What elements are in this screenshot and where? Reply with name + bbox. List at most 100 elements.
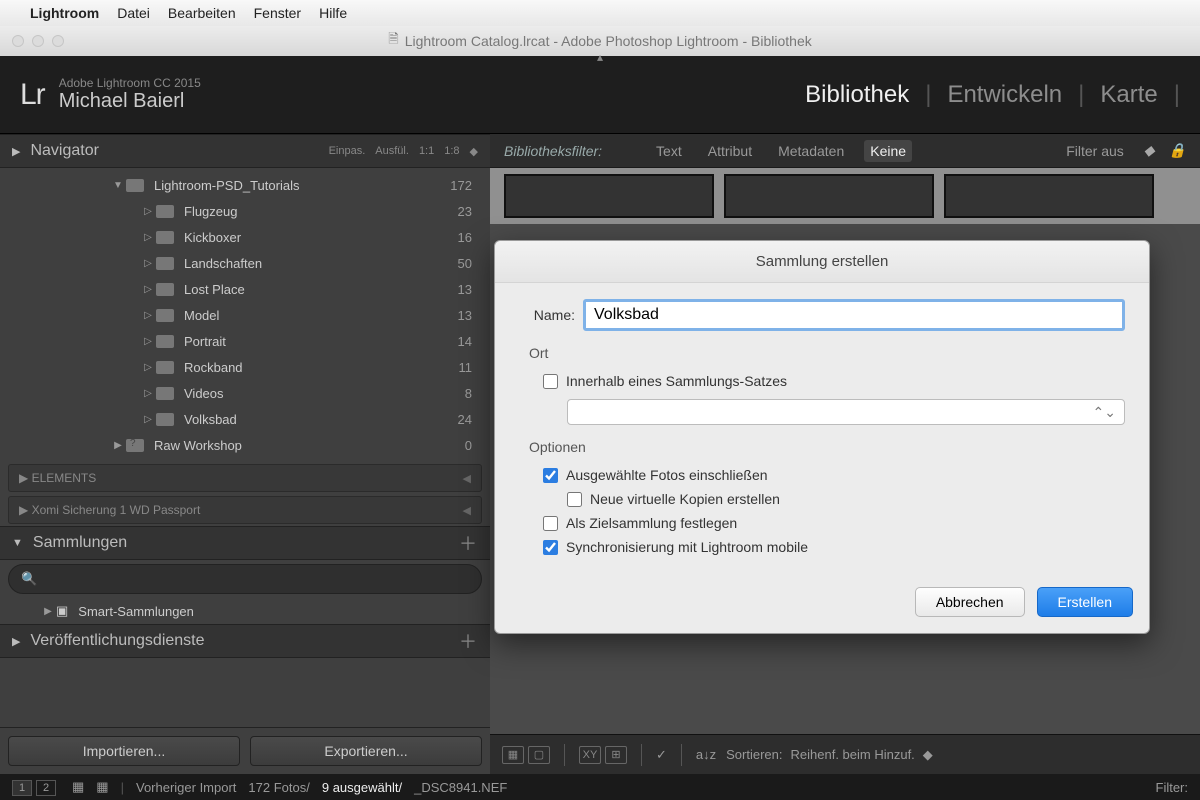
nav-ratio[interactable]: 1:8	[444, 145, 459, 158]
smart-collections-row[interactable]: ▶ ▣ Smart-Sammlungen	[0, 598, 490, 624]
triangle-right-icon[interactable]: ▶	[12, 635, 20, 648]
folder-row[interactable]: ▷Landschaften50	[0, 250, 490, 276]
sammlungen-panel-header[interactable]: ▼ Sammlungen ＋	[0, 526, 490, 560]
triangle-right-icon[interactable]: ▷	[140, 206, 156, 217]
mac-menu-bar[interactable]: Lightroom Datei Bearbeiten Fenster Hilfe	[0, 0, 1200, 26]
traffic-lights[interactable]	[0, 35, 64, 47]
create-button[interactable]: Erstellen	[1037, 587, 1133, 617]
folder-icon	[156, 387, 174, 400]
thumbnail-strip	[490, 168, 1200, 224]
mac-menu-item[interactable]: Hilfe	[319, 5, 347, 21]
secondary-display[interactable]: 12	[12, 779, 60, 796]
chevron-updown-icon[interactable]: ◆	[470, 145, 478, 158]
navigator-title: Navigator	[30, 142, 328, 160]
filter-keine[interactable]: Keine	[864, 140, 912, 162]
sync-mobile-label: Synchronisierung mit Lightroom mobile	[566, 539, 808, 555]
triangle-right-icon[interactable]: ▷	[140, 362, 156, 373]
painter-icon[interactable]: ✓	[656, 747, 667, 763]
inside-set-checkbox[interactable]	[543, 374, 558, 389]
virtual-copies-checkbox[interactable]	[567, 492, 582, 507]
chevron-left-icon[interactable]: ◀	[463, 472, 471, 485]
sort-value[interactable]: Reihenf. beim Hinzuf.	[791, 747, 915, 762]
module-bibliothek[interactable]: Bibliothek	[805, 81, 909, 109]
left-sidebar: ▶ Navigator Einpas. Ausfül. 1:1 1:8 ◆ ▼ …	[0, 134, 490, 774]
triangle-right-icon[interactable]: ▷	[140, 388, 156, 399]
plus-icon[interactable]: ＋	[458, 631, 478, 651]
survey-view-icon[interactable]: ⊞	[605, 746, 627, 764]
navigator-panel-header[interactable]: ▶ Navigator Einpas. Ausfül. 1:1 1:8 ◆	[0, 134, 490, 168]
include-photos-checkbox[interactable]	[543, 468, 558, 483]
chevron-left-icon[interactable]: ◀	[463, 504, 471, 517]
compare-view-icon[interactable]: XY	[579, 746, 601, 764]
triangle-right-icon[interactable]: ▷	[140, 414, 156, 425]
filter-off[interactable]: Filter aus	[1060, 140, 1130, 162]
name-label: Name:	[519, 307, 575, 323]
filter-attribut[interactable]: Attribut	[702, 140, 758, 162]
sync-mobile-checkbox[interactable]	[543, 540, 558, 555]
triangle-right-icon[interactable]: ▶	[12, 145, 20, 158]
filter-text[interactable]: Text	[650, 140, 688, 162]
filter-metadaten[interactable]: Metadaten	[772, 140, 850, 162]
loupe-view-icon[interactable]: ▢	[528, 746, 550, 764]
publish-panel-header[interactable]: ▶ Veröffentlichungsdienste ＋	[0, 624, 490, 658]
status-prev-import: Vorheriger Import	[136, 780, 236, 795]
import-button[interactable]: Importieren...	[8, 736, 240, 766]
triangle-right-icon[interactable]: ▶	[40, 606, 56, 617]
nav-1to1[interactable]: 1:1	[419, 145, 434, 158]
triangle-right-icon[interactable]: ▷	[140, 232, 156, 243]
grid-small-icon[interactable]: ▦	[72, 779, 84, 795]
thumbnail[interactable]	[724, 174, 934, 218]
drive-panel-elements[interactable]: ▶ ELEMENTS ◀	[8, 464, 482, 492]
mac-menu-item[interactable]: Bearbeiten	[168, 5, 236, 21]
module-karte[interactable]: Karte	[1100, 81, 1157, 109]
folder-row[interactable]: ▷Flugzeug23	[0, 198, 490, 224]
folder-row[interactable]: ▷Rockband11	[0, 354, 490, 380]
mac-menu-item[interactable]: Datei	[117, 5, 150, 21]
export-button[interactable]: Exportieren...	[250, 736, 482, 766]
triangle-right-icon[interactable]: ▶	[110, 440, 126, 451]
sort-direction-icon[interactable]: a↓z	[696, 747, 716, 762]
status-selected: 9 ausgewählt/	[322, 780, 402, 795]
plus-icon[interactable]: ＋	[458, 533, 478, 553]
folder-row[interactable]: ▷Lost Place13	[0, 276, 490, 302]
collection-set-select[interactable]: ⌃⌄	[567, 399, 1125, 425]
triangle-down-icon[interactable]: ▼	[110, 180, 126, 191]
nav-fill[interactable]: Ausfül.	[375, 145, 409, 158]
thumbnail[interactable]	[944, 174, 1154, 218]
optionen-label: Optionen	[529, 439, 1125, 455]
triangle-right-icon[interactable]: ▷	[140, 284, 156, 295]
folder-row-raw[interactable]: ▶Raw Workshop0	[0, 432, 490, 458]
triangle-right-icon[interactable]: ▷	[140, 310, 156, 321]
chevron-updown-icon[interactable]: ◆	[923, 747, 933, 763]
grid-view-icon[interactable]: ▦	[502, 746, 524, 764]
grid-large-icon[interactable]: ▦	[96, 779, 108, 795]
folder-icon	[156, 231, 174, 244]
nav-fit[interactable]: Einpas.	[329, 145, 366, 158]
triangle-right-icon[interactable]: ▷	[140, 336, 156, 347]
cancel-button[interactable]: Abbrechen	[915, 587, 1025, 617]
triangle-right-icon[interactable]: ▷	[140, 258, 156, 269]
mac-menu-app[interactable]: Lightroom	[30, 5, 99, 21]
chevron-updown-icon[interactable]: ◆	[1144, 142, 1155, 159]
smart-collection-icon: ▣	[56, 603, 68, 619]
collection-name-input[interactable]	[583, 299, 1125, 331]
collections-search[interactable]: 🔍	[8, 564, 482, 594]
mac-menu-item[interactable]: Fenster	[254, 5, 301, 21]
folder-icon	[156, 413, 174, 426]
module-entwickeln[interactable]: Entwickeln	[947, 81, 1062, 109]
drive-panel-xomi[interactable]: ▶ Xomi Sicherung 1 WD Passport ◀	[8, 496, 482, 524]
folder-row[interactable]: ▷Videos8	[0, 380, 490, 406]
triangle-down-icon[interactable]: ▼	[12, 537, 23, 549]
folder-row[interactable]: ▷Volksbad24	[0, 406, 490, 432]
sammlungen-title: Sammlungen	[33, 534, 458, 552]
target-collection-checkbox[interactable]	[543, 516, 558, 531]
lock-icon[interactable]: 🔒	[1169, 142, 1186, 159]
panel-disclosure-icon[interactable]: ▴	[597, 50, 603, 64]
folder-row[interactable]: ▷Kickboxer16	[0, 224, 490, 250]
folder-row[interactable]: ▷Model13	[0, 302, 490, 328]
folder-row[interactable]: ▷Portrait14	[0, 328, 490, 354]
thumbnail[interactable]	[504, 174, 714, 218]
triangle-right-icon[interactable]: ▶	[19, 503, 32, 517]
triangle-right-icon[interactable]: ▶	[19, 471, 32, 485]
folder-row-root[interactable]: ▼ Lightroom-PSD_Tutorials 172	[0, 172, 490, 198]
